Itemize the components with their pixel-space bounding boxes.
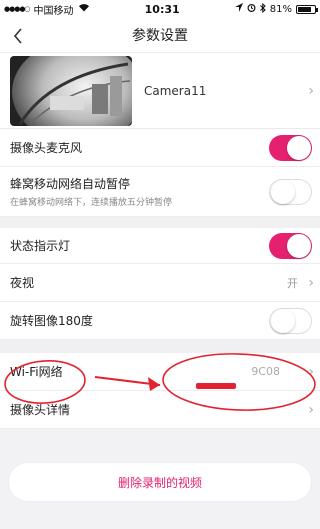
status-light-row: 状态指示灯 <box>0 228 320 264</box>
section-divider <box>0 340 320 353</box>
night-vision-value: 开 <box>287 276 298 290</box>
camera-thumbnail <box>10 55 132 126</box>
mic-label: 摄像头麦克风 <box>10 141 83 155</box>
battery-fill <box>297 6 311 12</box>
chevron-right-icon: › <box>308 82 314 99</box>
rotate-toggle[interactable] <box>269 307 312 334</box>
signal-icon: ●●●●○ <box>4 5 31 13</box>
battery-icon <box>295 4 318 14</box>
rotate-row: 旋转图像180度 <box>0 302 320 340</box>
toggle-knob <box>271 179 295 204</box>
night-vision-label: 夜视 <box>10 276 35 290</box>
mic-toggle[interactable] <box>269 134 312 161</box>
status-time: 10:31 <box>144 2 180 16</box>
battery-percent: 81% <box>269 3 292 15</box>
wifi-icon <box>78 3 90 15</box>
wifi-row[interactable]: Wi-Fi网络 9C08 › <box>0 353 320 391</box>
camera-details-label: 摄像头详情 <box>10 403 71 417</box>
wifi-label: Wi-Fi网络 <box>10 365 63 379</box>
cellular-row: 蜂窝移动网络自动暂停 在蜂窝移动网络下，连续播放五分钟暂停 <box>0 167 320 217</box>
chevron-right-icon: › <box>308 401 314 418</box>
bluetooth-icon <box>259 2 266 16</box>
status-light-toggle[interactable] <box>269 232 312 259</box>
wifi-value: 9C08 <box>251 365 280 378</box>
chevron-right-icon: › <box>308 363 314 380</box>
cellular-toggle[interactable] <box>269 178 312 205</box>
chevron-left-icon[interactable] <box>8 26 28 46</box>
carrier-label: 中国移动 <box>33 5 74 17</box>
section-divider <box>0 217 320 228</box>
location-icon <box>234 3 243 15</box>
status-bar: ●●●●○ 中国移动 10:31 81% <box>0 0 320 18</box>
camera-name: Camera11 <box>144 83 207 98</box>
night-vision-row[interactable]: 夜视 开 › <box>0 264 320 302</box>
cellular-sublabel: 在蜂窝移动网络下，连续播放五分钟暂停 <box>10 198 173 208</box>
camera-row[interactable]: Camera11 › <box>0 53 320 129</box>
rotate-label: 旋转图像180度 <box>10 314 93 328</box>
alarm-icon <box>247 3 256 15</box>
nav-bar: 参数设置 <box>0 18 320 53</box>
cellular-label: 蜂窝移动网络自动暂停 <box>10 177 131 191</box>
toggle-knob <box>271 308 295 333</box>
camera-details-row[interactable]: 摄像头详情 › <box>0 391 320 429</box>
page-title: 参数设置 <box>132 28 188 44</box>
chevron-right-icon: › <box>308 274 314 291</box>
delete-recordings-button[interactable]: 删除录制的视频 <box>8 462 312 502</box>
mic-row: 摄像头麦克风 <box>0 129 320 167</box>
toggle-knob <box>287 233 311 258</box>
status-light-label: 状态指示灯 <box>10 239 71 253</box>
toggle-knob <box>287 135 311 160</box>
